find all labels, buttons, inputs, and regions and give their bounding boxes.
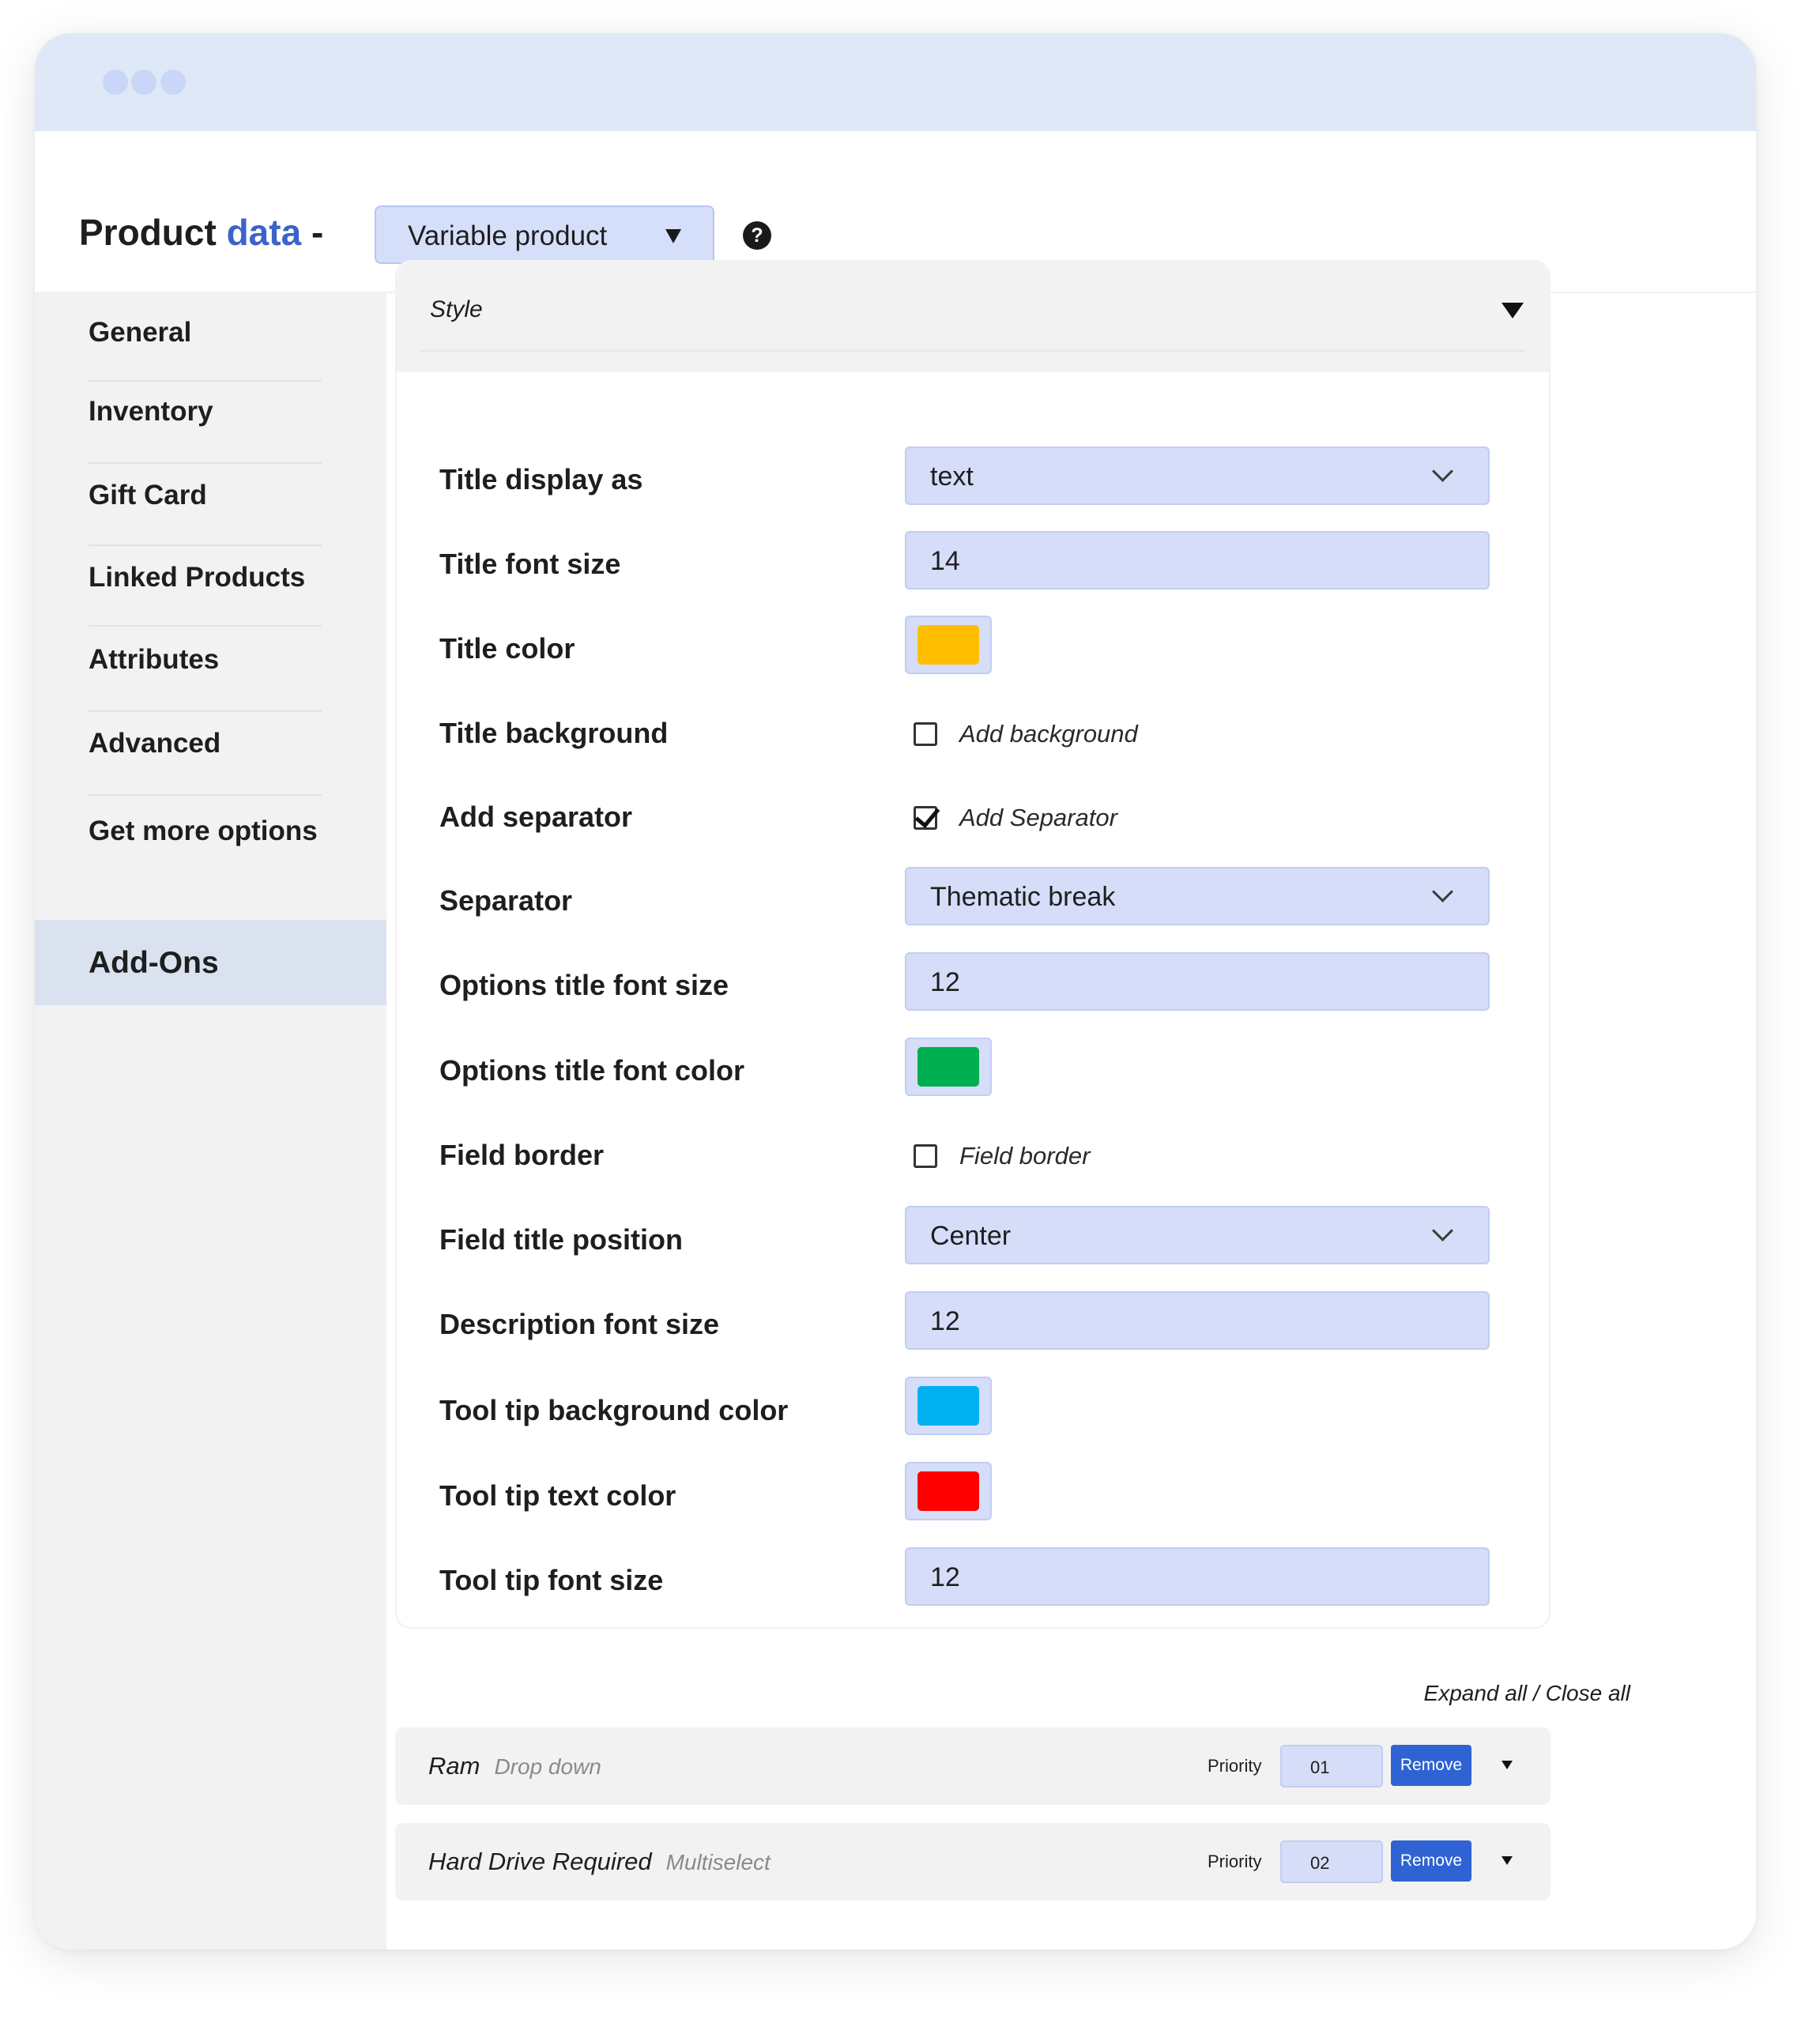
- add-separator-label: Add separator: [439, 801, 633, 833]
- tooltip-background-color-picker[interactable]: [905, 1377, 992, 1435]
- tooltip-font-size-label: Tool tip font size: [439, 1564, 664, 1596]
- title-display-select[interactable]: text: [905, 446, 1490, 505]
- addon-name: Hard Drive Required Multiselect: [428, 1847, 771, 1878]
- addon-row[interactable]: Hard Drive Required Multiselect Priority …: [395, 1823, 1551, 1901]
- title-background-checkbox-label: Add background: [959, 720, 1138, 748]
- page-title-prefix: Product: [79, 212, 217, 253]
- sidebar-item-label: Linked Products: [89, 562, 306, 593]
- window-titlebar: [35, 33, 1756, 131]
- check-icon: [914, 801, 940, 829]
- page-title: Product data -: [79, 210, 323, 254]
- sidebar-item-inventory[interactable]: Inventory: [89, 396, 322, 464]
- options-title-font-color-label: Options title font color: [439, 1054, 744, 1087]
- addon-row[interactable]: Ram Drop down Priority 01 Remove: [395, 1727, 1551, 1805]
- description-font-size-input[interactable]: 12: [905, 1291, 1490, 1350]
- product-type-value: Variable product: [408, 220, 608, 251]
- options-title-font-size-value: 12: [930, 967, 960, 997]
- window-minimize-dot[interactable]: [131, 70, 156, 95]
- remove-button[interactable]: Remove: [1391, 1745, 1471, 1786]
- priority-value: 01: [1310, 1757, 1330, 1777]
- title-display-label: Title display as: [439, 463, 643, 495]
- tooltip-font-size-value: 12: [930, 1562, 960, 1592]
- product-type-select[interactable]: Variable product: [375, 205, 714, 264]
- field-title-position-select[interactable]: Center: [905, 1206, 1490, 1264]
- separator-label: Separator: [439, 884, 573, 917]
- caret-down-icon[interactable]: [1502, 303, 1524, 318]
- field-border-checkbox-label: Field border: [959, 1142, 1091, 1170]
- help-icon[interactable]: ?: [743, 221, 771, 250]
- page-title-accent: data: [226, 212, 302, 253]
- sidebar-item-add-ons[interactable]: Add-Ons: [35, 920, 386, 1005]
- field-title-position-label: Field title position: [439, 1223, 683, 1256]
- remove-button[interactable]: Remove: [1391, 1840, 1471, 1882]
- sidebar-item-attributes[interactable]: Attributes: [89, 644, 322, 712]
- priority-label: Priority: [1208, 1756, 1262, 1776]
- title-background-label: Title background: [439, 717, 669, 749]
- options-title-font-color-picker[interactable]: [905, 1038, 992, 1096]
- options-title-font-size-label: Options title font size: [439, 969, 729, 1001]
- title-font-size-label: Title font size: [439, 548, 621, 580]
- sidebar-item-gift-card[interactable]: Gift Card: [89, 480, 322, 546]
- chevron-down-icon: [1432, 1220, 1453, 1241]
- priority-input[interactable]: 02: [1280, 1840, 1383, 1883]
- add-separator-checkbox[interactable]: [914, 801, 940, 830]
- add-separator-checkbox-label: Add Separator: [959, 804, 1117, 831]
- sidebar-item-label: General: [89, 317, 192, 348]
- title-color-picker[interactable]: [905, 616, 992, 674]
- caret-down-icon: [665, 229, 681, 243]
- sidebar-item-general[interactable]: General: [89, 317, 322, 382]
- sidebar-item-label: Attributes: [89, 644, 220, 675]
- divider: [420, 350, 1525, 352]
- caret-down-icon[interactable]: [1502, 1856, 1513, 1865]
- color-swatch: [918, 1386, 979, 1426]
- sidebar-item-label: Get more options: [89, 816, 318, 846]
- tooltip-background-color-label: Tool tip background color: [439, 1394, 789, 1426]
- title-background-checkbox[interactable]: [914, 722, 937, 746]
- separator-value: Thematic break: [930, 882, 1116, 912]
- tooltip-font-size-input[interactable]: 12: [905, 1547, 1490, 1606]
- window-close-dot[interactable]: [103, 70, 128, 95]
- addon-type: Multiselect: [665, 1850, 771, 1874]
- color-swatch: [918, 625, 979, 665]
- priority-value: 02: [1310, 1853, 1330, 1873]
- title-font-size-value: 14: [930, 546, 960, 576]
- sidebar-item-label: Add-Ons: [89, 946, 219, 980]
- field-border-checkbox[interactable]: [914, 1144, 937, 1168]
- addon-name: Ram Drop down: [428, 1751, 601, 1782]
- separator-select[interactable]: Thematic break: [905, 867, 1490, 925]
- description-font-size-label: Description font size: [439, 1308, 720, 1340]
- style-panel-title: Style: [430, 296, 483, 322]
- title-color-label: Title color: [439, 632, 575, 665]
- sidebar-item-get-more-options[interactable]: Get more options: [89, 816, 322, 863]
- addon-type: Drop down: [494, 1754, 601, 1779]
- page-title-dash: -: [311, 212, 324, 253]
- options-title-font-size-input[interactable]: 12: [905, 952, 1490, 1011]
- sidebar: General Inventory Gift Card Linked Produ…: [35, 292, 386, 1950]
- caret-down-icon[interactable]: [1502, 1761, 1513, 1769]
- chevron-down-icon: [1432, 881, 1453, 902]
- addon-title: Ram: [428, 1752, 480, 1780]
- sidebar-item-advanced[interactable]: Advanced: [89, 728, 322, 796]
- priority-input[interactable]: 01: [1280, 1745, 1383, 1788]
- sidebar-item-linked-products[interactable]: Linked Products: [89, 562, 322, 627]
- title-font-size-input[interactable]: 14: [905, 531, 1490, 590]
- style-panel: Style Title display as text Title font s…: [395, 260, 1551, 1629]
- style-panel-header[interactable]: Style: [397, 262, 1549, 372]
- sidebar-item-label: Gift Card: [89, 480, 207, 510]
- tooltip-text-color-picker[interactable]: [905, 1462, 992, 1520]
- sidebar-item-label: Advanced: [89, 728, 221, 759]
- chevron-down-icon: [1432, 461, 1453, 482]
- field-title-position-value: Center: [930, 1221, 1012, 1251]
- expand-close-all-link[interactable]: Expand all / Close all: [1424, 1680, 1630, 1707]
- color-swatch: [918, 1047, 979, 1087]
- addon-title: Hard Drive Required: [428, 1848, 652, 1875]
- sidebar-item-label: Inventory: [89, 396, 213, 427]
- window-maximize-dot[interactable]: [160, 70, 186, 95]
- priority-label: Priority: [1208, 1852, 1262, 1871]
- tooltip-text-color-label: Tool tip text color: [439, 1479, 676, 1512]
- color-swatch: [918, 1471, 979, 1511]
- title-display-value: text: [930, 461, 974, 492]
- field-border-label: Field border: [439, 1139, 605, 1171]
- description-font-size-value: 12: [930, 1306, 960, 1336]
